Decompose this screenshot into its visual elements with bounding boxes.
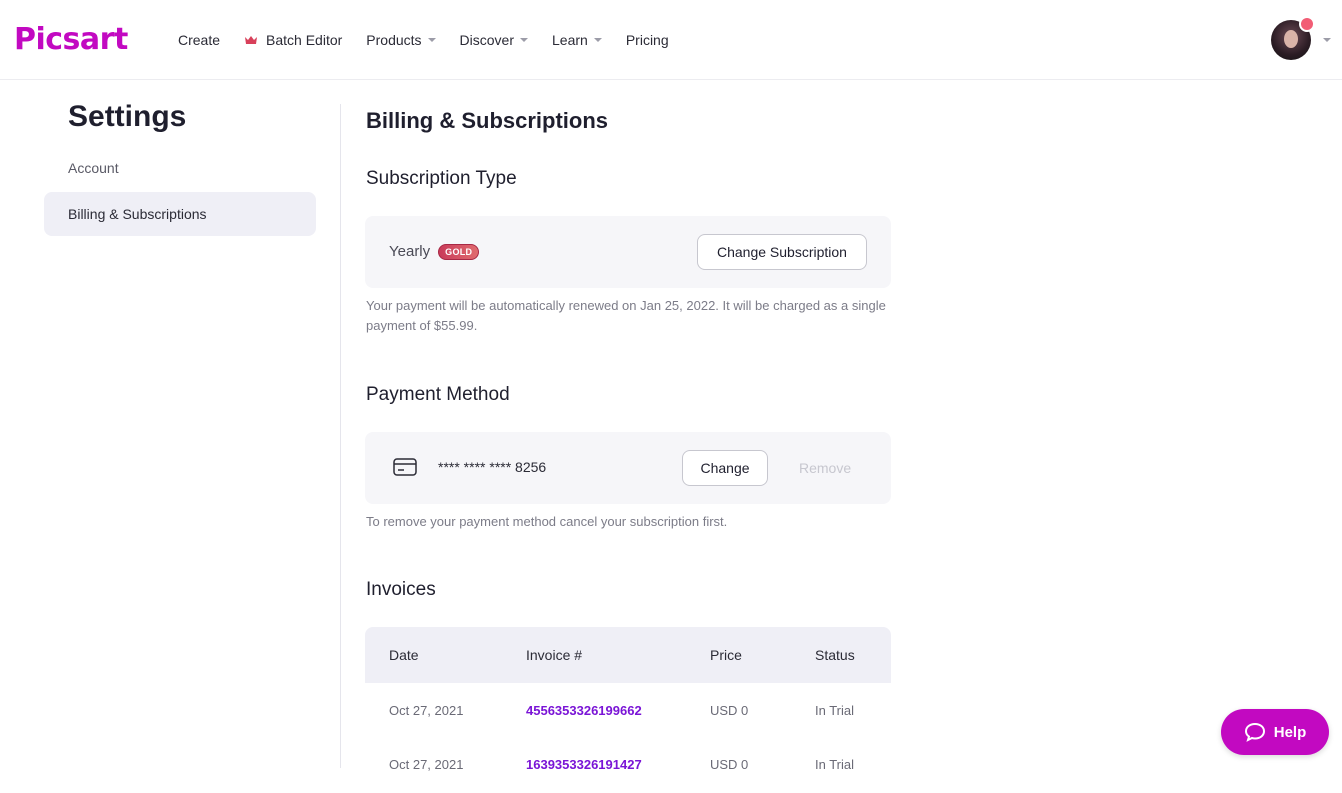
sidebar-item-label: Billing & Subscriptions [68, 206, 207, 222]
nav-item-label: Products [366, 32, 422, 48]
chevron-down-icon [593, 38, 602, 42]
user-avatar[interactable] [1271, 16, 1315, 60]
payment-note: To remove your payment method cancel you… [366, 514, 728, 529]
nav-item-products[interactable]: Products [366, 32, 436, 48]
chat-bubble-icon [1244, 722, 1265, 742]
picsart-logo[interactable]: Picsart [14, 22, 128, 57]
column-header-date: Date [389, 647, 419, 663]
chevron-down-icon [520, 38, 529, 42]
invoice-table-header: Date Invoice # Price Status [365, 627, 891, 683]
nav-item-discover[interactable]: Discover [459, 32, 529, 48]
invoice-date: Oct 27, 2021 [389, 757, 464, 772]
column-header-status: Status [815, 647, 855, 663]
masked-card-number: **** **** **** 8256 [438, 459, 547, 475]
page-title: Settings [68, 100, 187, 133]
invoice-status: In Trial [815, 757, 855, 772]
column-header-price: Price [710, 647, 742, 663]
section-title: Billing & Subscriptions [366, 108, 609, 133]
main-nav: Create Batch Editor Products Discover Le… [178, 0, 693, 80]
nav-item-label: Learn [552, 32, 588, 48]
nav-item-label: Discover [459, 32, 515, 48]
column-header-invoice: Invoice # [526, 647, 583, 663]
gold-badge: GOLD [438, 244, 480, 261]
notification-badge-icon [1299, 16, 1315, 32]
top-navbar: Picsart Create Batch Editor Products Dis… [0, 0, 1342, 80]
plan-row: Yearly GOLD [389, 243, 480, 261]
plan-name: Yearly [389, 243, 431, 260]
invoice-price: USD 0 [710, 703, 749, 718]
help-label: Help [1273, 723, 1307, 741]
subscription-card: Yearly GOLD Change Subscription [365, 216, 891, 288]
chevron-down-icon[interactable] [1323, 38, 1331, 42]
invoices-heading: Invoices [366, 579, 436, 600]
nav-item-pricing[interactable]: Pricing [626, 32, 669, 48]
avatar-face [1284, 30, 1298, 48]
renewal-note: Your payment will be automatically renew… [366, 298, 886, 333]
change-subscription-button[interactable]: Change Subscription [697, 234, 867, 270]
credit-card-icon [393, 458, 417, 476]
nav-item-batch-editor[interactable]: Batch Editor [244, 32, 342, 48]
invoice-date: Oct 27, 2021 [389, 703, 464, 718]
subscription-heading: Subscription Type [366, 168, 517, 189]
sidebar-item-billing[interactable]: Billing & Subscriptions [44, 192, 316, 236]
table-row: Oct 27, 2021 4556353326199662 USD 0 In T… [365, 683, 891, 739]
payment-method-heading: Payment Method [366, 384, 510, 405]
nav-item-label: Pricing [625, 32, 669, 48]
sidebar-item-account[interactable]: Account [44, 146, 316, 190]
nav-item-learn[interactable]: Learn [552, 32, 602, 48]
remove-payment-button[interactable]: Remove [799, 460, 851, 476]
change-payment-button[interactable]: Change [682, 450, 768, 486]
nav-item-label: Batch Editor [266, 32, 343, 48]
crown-icon [245, 36, 258, 44]
invoice-number-link[interactable]: 1639353326191427 [526, 757, 642, 772]
nav-item-label: Create [178, 32, 221, 48]
invoice-status: In Trial [815, 703, 855, 718]
help-button[interactable]: Help [1221, 709, 1329, 755]
nav-item-create[interactable]: Create [178, 32, 220, 48]
table-row: Oct 27, 2021 1639353326191427 USD 0 In T… [365, 737, 891, 793]
invoice-price: USD 0 [710, 757, 749, 772]
sidebar-item-label: Account [68, 160, 119, 176]
vertical-divider [340, 104, 341, 768]
chevron-down-icon [427, 38, 436, 42]
invoice-number-link[interactable]: 4556353326199662 [526, 703, 642, 718]
payment-card: **** **** **** 8256 Change Remove [365, 432, 891, 504]
